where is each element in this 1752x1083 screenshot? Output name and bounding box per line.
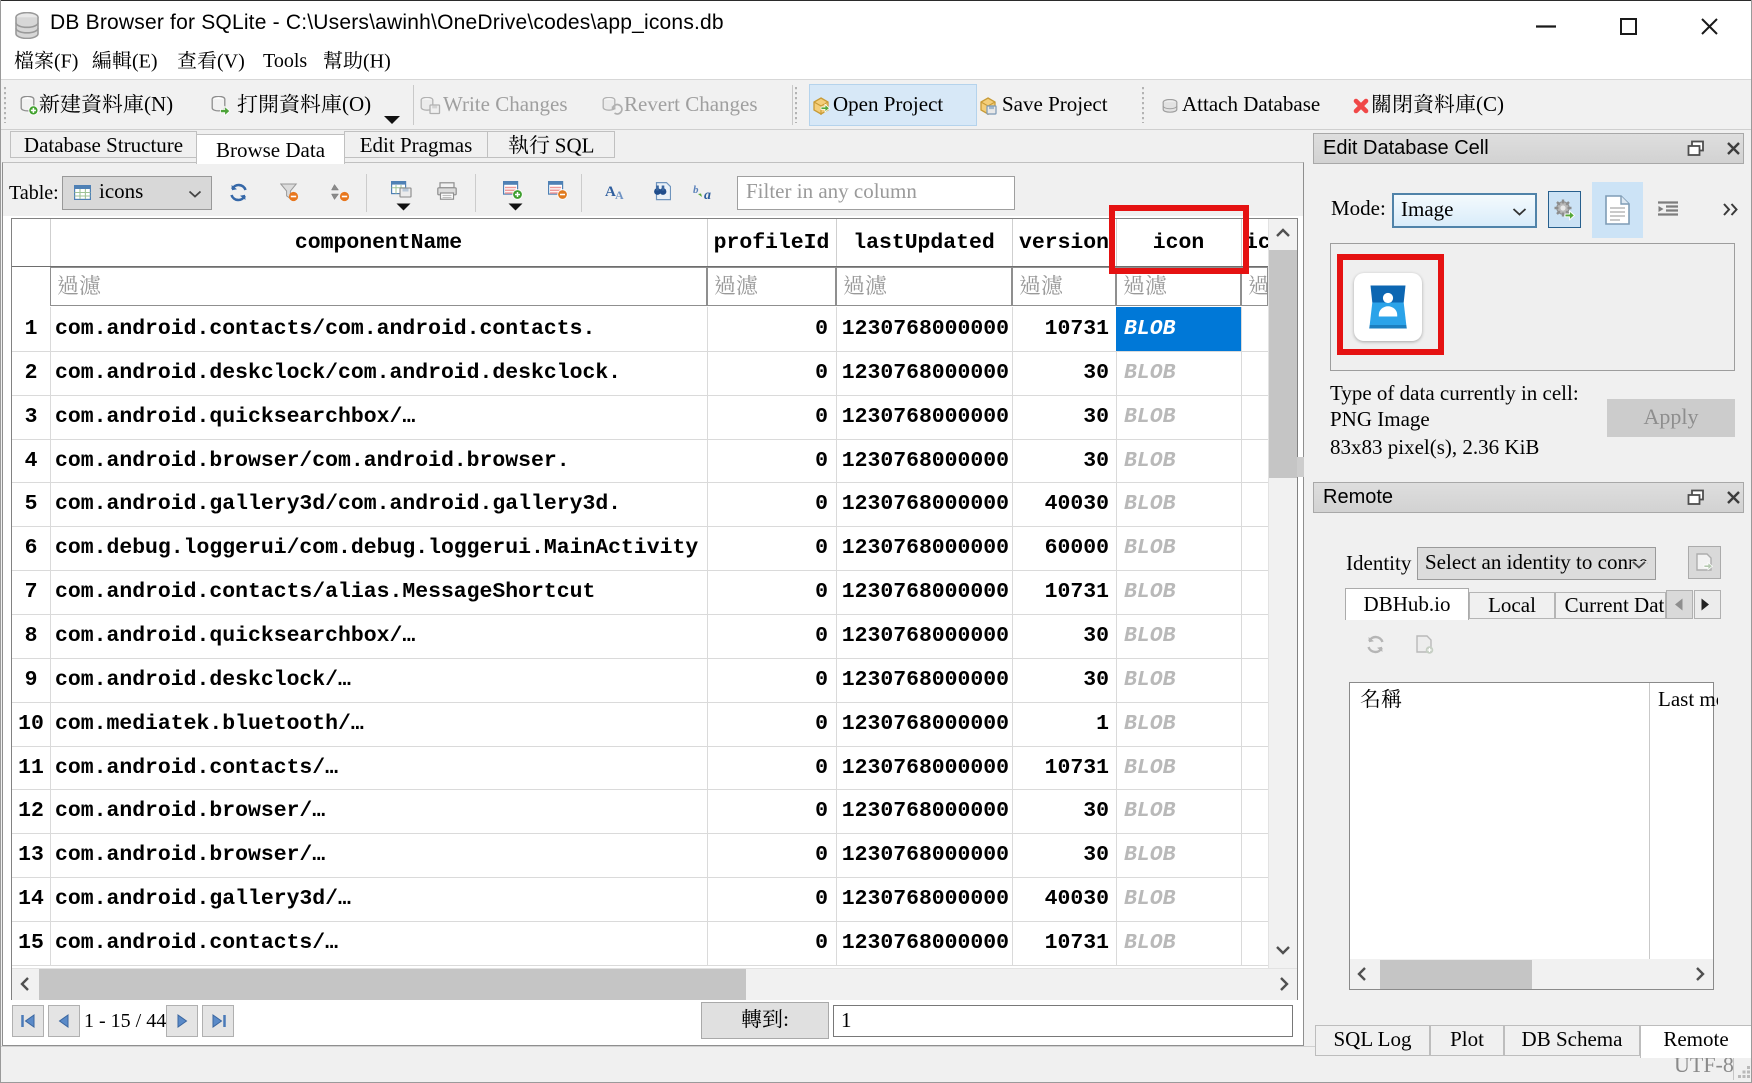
svg-text:a: a [704, 188, 711, 200]
svg-text:b: b [693, 184, 699, 196]
svg-text:A: A [615, 188, 624, 200]
